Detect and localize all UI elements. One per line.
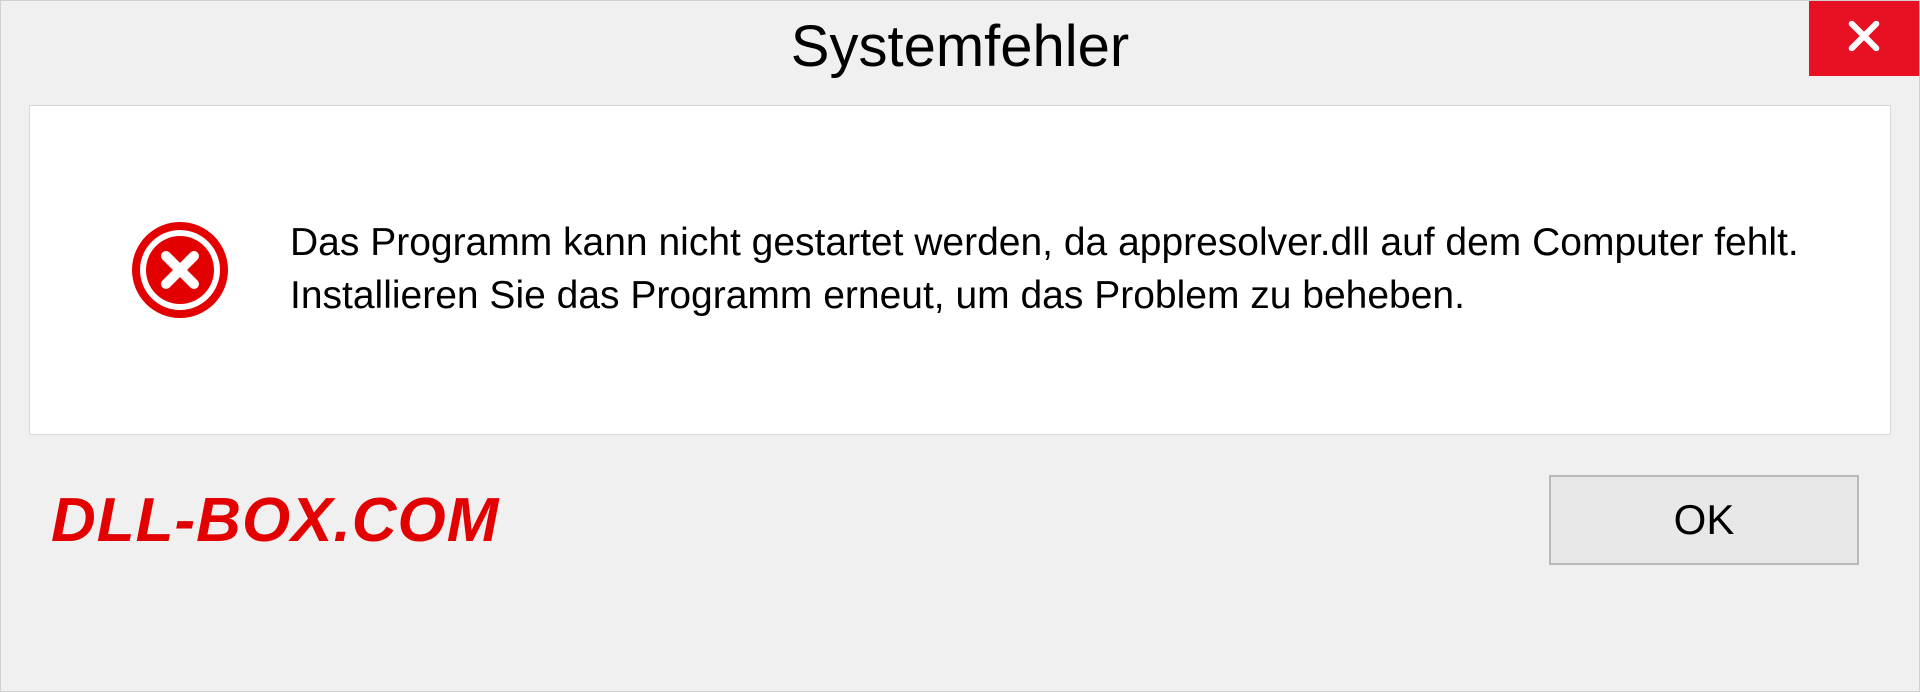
error-dialog: Systemfehler Das Programm kann nicht ges… <box>0 0 1920 692</box>
titlebar: Systemfehler <box>1 1 1919 91</box>
error-message: Das Programm kann nicht gestartet werden… <box>290 217 1810 322</box>
close-icon <box>1843 15 1885 62</box>
dialog-title: Systemfehler <box>791 13 1129 80</box>
error-icon <box>130 220 230 320</box>
watermark-text: DLL-BOX.COM <box>51 485 499 556</box>
ok-button-label: OK <box>1674 496 1735 544</box>
content-panel: Das Programm kann nicht gestartet werden… <box>29 105 1891 435</box>
dialog-footer: DLL-BOX.COM OK <box>1 435 1919 565</box>
close-button[interactable] <box>1809 1 1919 76</box>
ok-button[interactable]: OK <box>1549 475 1859 565</box>
